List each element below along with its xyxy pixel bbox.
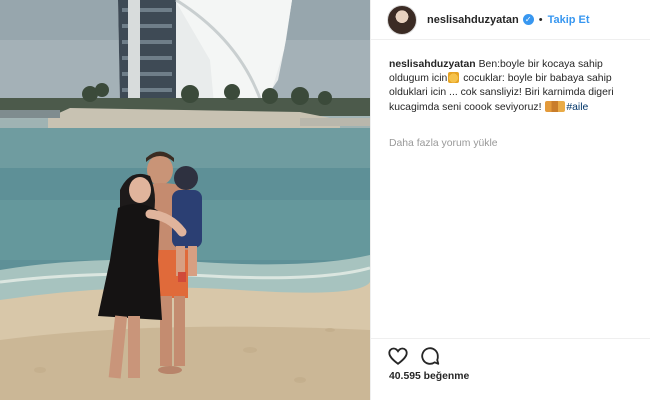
- verified-badge-icon: ✓: [522, 14, 534, 25]
- post-header: neslisahduzyatan ✓ • Takip Et: [371, 0, 650, 40]
- post-photo[interactable]: [0, 0, 370, 400]
- beach-family-photo: [0, 0, 370, 400]
- likes-count[interactable]: 40.595 beğenme: [389, 371, 469, 382]
- family-emoji-icon: [545, 100, 566, 112]
- post-side-panel: neslisahduzyatan ✓ • Takip Et neslisahdu…: [370, 0, 650, 400]
- hashtag-link[interactable]: #aile: [566, 102, 588, 113]
- load-more-comments-link[interactable]: Daha fazla yorum yükle: [389, 138, 498, 149]
- follow-button[interactable]: Takip Et: [548, 14, 590, 26]
- caption-username[interactable]: neslisahduzyatan: [389, 59, 476, 70]
- hotel-tower: [118, 0, 292, 105]
- avatar[interactable]: [387, 4, 417, 35]
- folded-hands-emoji-icon: [448, 72, 460, 84]
- post-caption: neslisahduzyatan Ben:boyle bir kocaya sah…: [389, 58, 637, 115]
- comment-bubble-icon[interactable]: [419, 345, 441, 367]
- heart-icon[interactable]: [387, 345, 409, 367]
- post-actions-bar: 40.595 beğenme: [371, 338, 650, 400]
- separator-dot: •: [538, 13, 543, 26]
- header-username[interactable]: neslisahduzyatan: [427, 14, 519, 26]
